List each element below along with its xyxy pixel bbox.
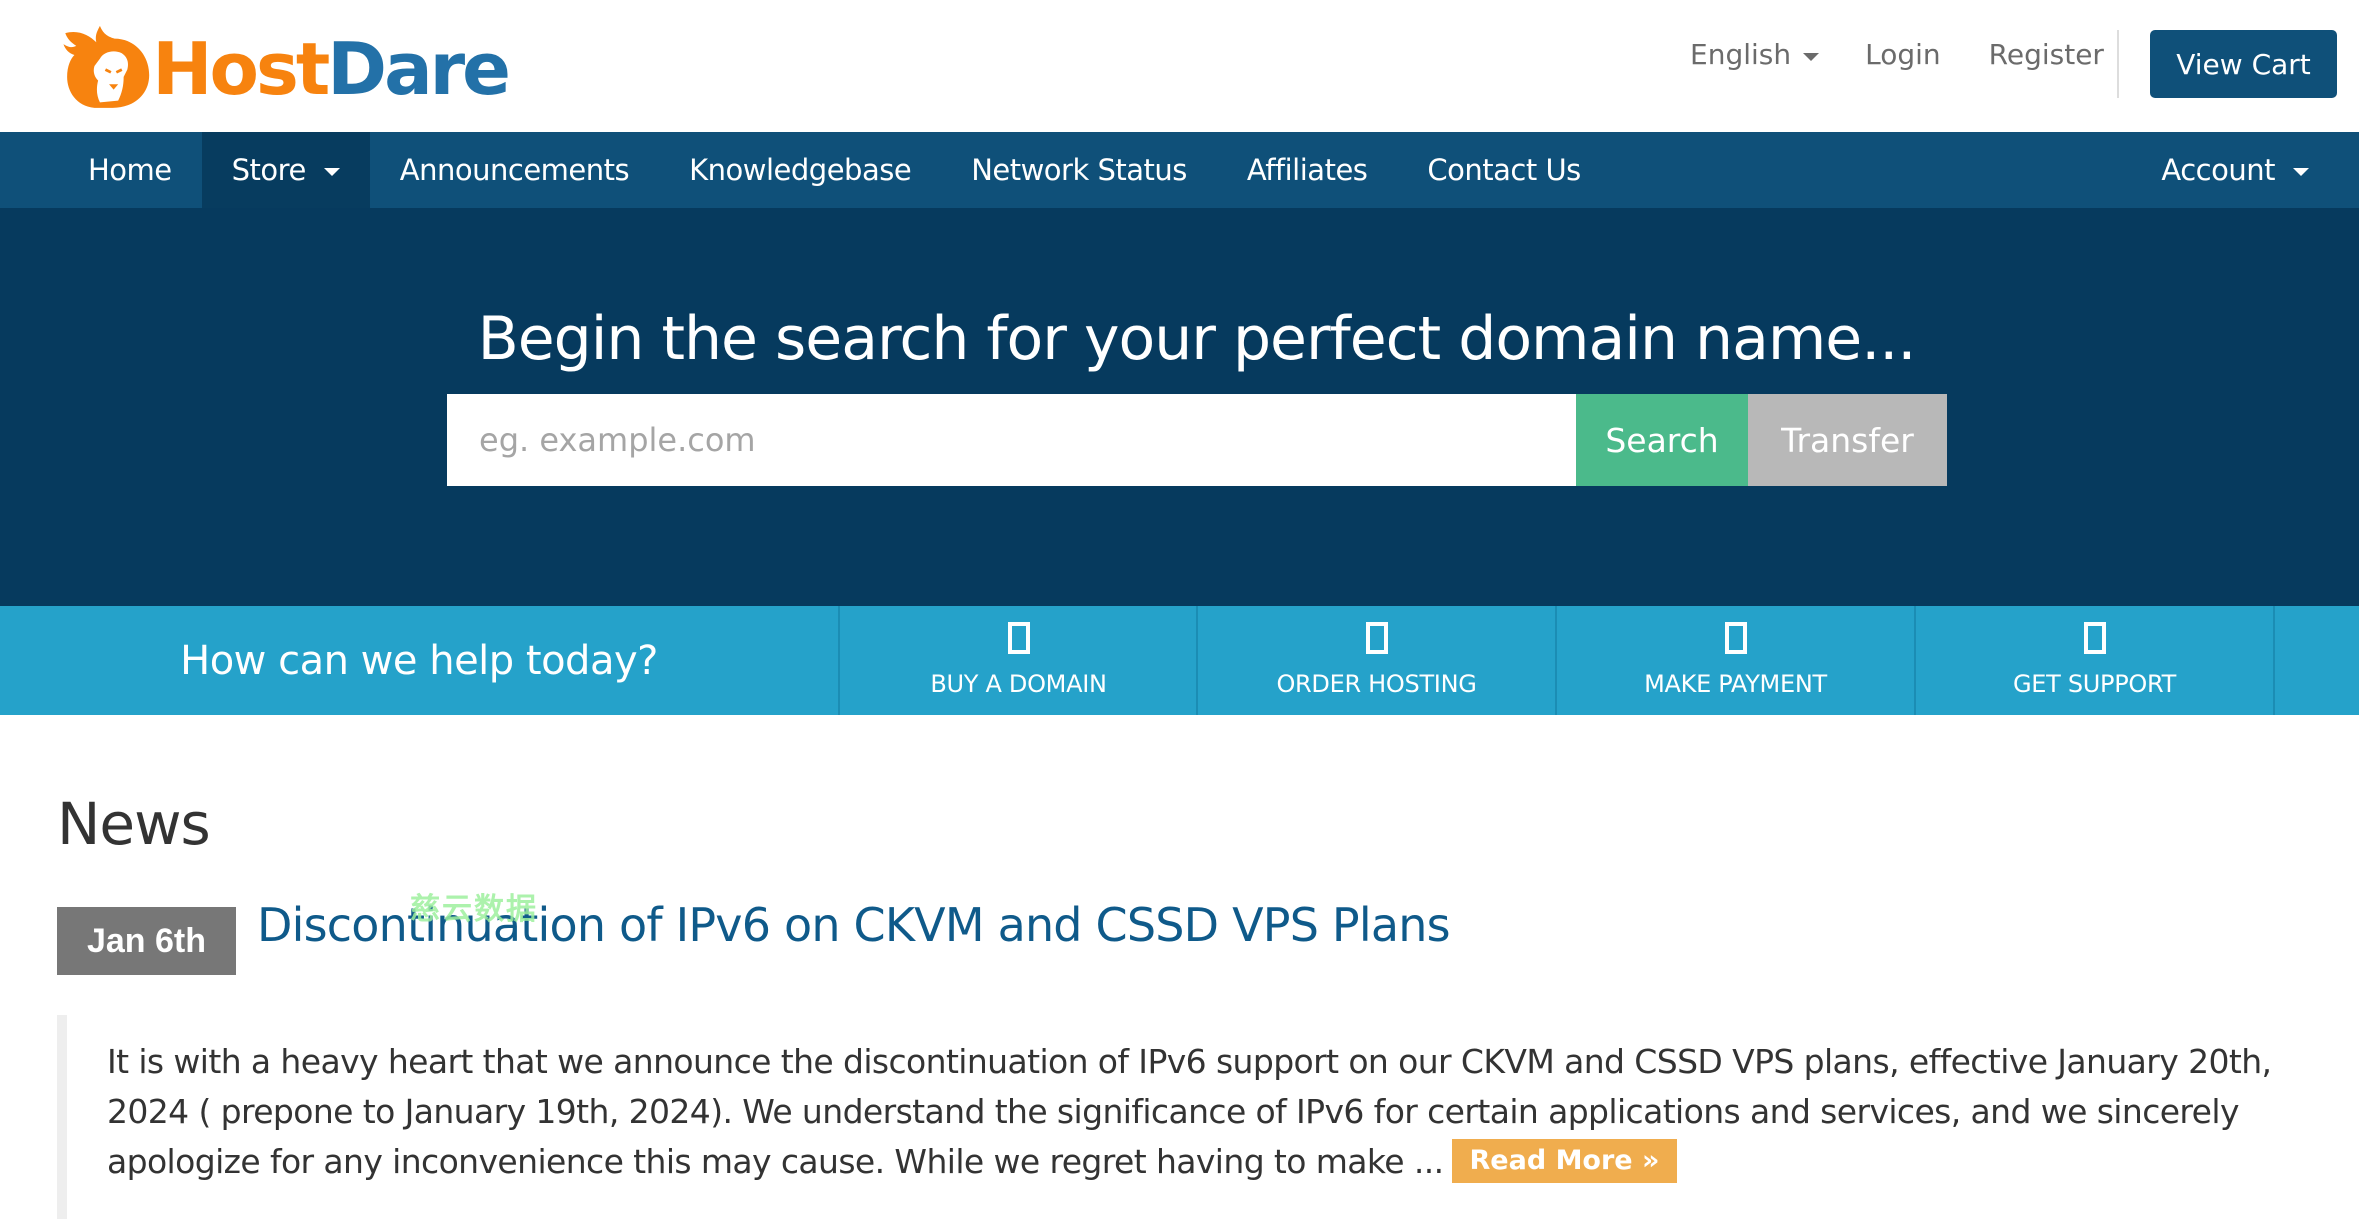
nav-label: Announcements — [399, 153, 630, 187]
nav-item-knowledgebase[interactable]: Knowledgebase — [659, 132, 941, 208]
nav-label: Affiliates — [1246, 153, 1368, 187]
blockquote-border — [57, 1015, 67, 1219]
tile-label: ORDER HOSTING — [1276, 669, 1477, 698]
nav-left: Home Store Announcements Knowledgebase N… — [58, 132, 1611, 208]
nav-label: Store — [231, 153, 307, 187]
main-nav: Home Store Announcements Knowledgebase N… — [0, 132, 2359, 208]
transfer-button[interactable]: Transfer — [1748, 394, 1947, 486]
logo-text: HostDare — [152, 33, 511, 105]
search-button[interactable]: Search — [1576, 394, 1748, 486]
nav-item-network-status[interactable]: Network Status — [941, 132, 1217, 208]
lion-flame-logo-icon — [63, 25, 150, 108]
hero-title: Begin the search for your perfect domain… — [477, 304, 1917, 374]
login-link[interactable]: Login — [1865, 38, 1941, 71]
nav-item-home[interactable]: Home — [58, 132, 202, 208]
make-payment-tile[interactable]: MAKE PAYMENT — [1555, 606, 1914, 715]
logo-dare: Dare — [327, 26, 511, 111]
missing-glyph-icon — [2083, 621, 2106, 654]
nav-item-announcements[interactable]: Announcements — [370, 132, 659, 208]
missing-glyph-icon — [1724, 621, 1747, 654]
nav-item-affiliates[interactable]: Affiliates — [1217, 132, 1398, 208]
get-support-tile[interactable]: GET SUPPORT — [1914, 606, 2273, 715]
tile-label: MAKE PAYMENT — [1644, 669, 1827, 698]
view-cart-button[interactable]: View Cart — [2150, 30, 2337, 98]
news-date-badge: Jan 6th — [57, 907, 236, 975]
header-divider — [2117, 30, 2119, 98]
nav-label: Network Status — [971, 153, 1187, 187]
help-bar-end-cell — [2273, 606, 2359, 715]
nav-item-contact-us[interactable]: Contact Us — [1397, 132, 1610, 208]
help-bar: How can we help today? BUY A DOMAIN ORDE… — [0, 606, 2359, 715]
logo-host: Host — [152, 26, 330, 111]
order-hosting-tile[interactable]: ORDER HOSTING — [1196, 606, 1555, 715]
nav-label: Home — [88, 153, 172, 187]
news-excerpt-text: It is with a heavy heart that we announc… — [107, 1042, 2272, 1181]
language-label: English — [1690, 38, 1792, 71]
help-title: How can we help today? — [180, 637, 658, 684]
language-dropdown[interactable]: English — [1690, 38, 1820, 71]
caret-down-icon — [2293, 168, 2309, 176]
news-excerpt: It is with a heavy heart that we announc… — [107, 1037, 2347, 1187]
nav-item-account[interactable]: Account — [2131, 132, 2339, 208]
nav-label: Knowledgebase — [689, 153, 912, 187]
nav-label: Account — [2161, 153, 2275, 187]
nav-label: Contact Us — [1427, 153, 1581, 187]
watermark-text: 慈云数据 — [410, 892, 538, 927]
top-links: English Login Register — [1690, 38, 2104, 71]
caret-down-icon — [323, 168, 340, 176]
missing-glyph-icon — [1365, 621, 1388, 654]
register-link[interactable]: Register — [1989, 38, 2104, 71]
nav-item-store[interactable]: Store — [201, 132, 370, 208]
missing-glyph-icon — [1007, 621, 1030, 654]
buy-domain-tile[interactable]: BUY A DOMAIN — [838, 606, 1197, 715]
domain-search-hero: Begin the search for your perfect domain… — [0, 208, 2359, 606]
tile-label: BUY A DOMAIN — [930, 669, 1107, 698]
nav-right: Account — [2131, 132, 2339, 208]
site-header: HostDare English Login Register View Car… — [0, 0, 2359, 132]
tile-label: GET SUPPORT — [2013, 669, 2176, 698]
hostdare-logo[interactable]: HostDare — [58, 18, 511, 113]
news-heading: News — [57, 790, 211, 858]
read-more-button[interactable]: Read More » — [1451, 1138, 1678, 1183]
domain-search-input[interactable] — [447, 394, 1576, 486]
caret-down-icon — [1803, 52, 1820, 61]
